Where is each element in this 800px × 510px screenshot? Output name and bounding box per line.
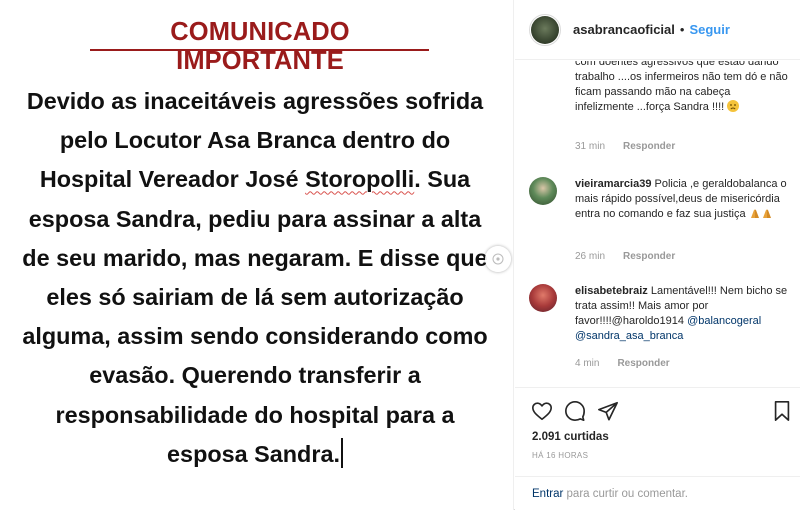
likes-count[interactable]: 2.091 curtidas — [532, 431, 609, 443]
avatar[interactable] — [529, 13, 561, 46]
bookmark-icon[interactable] — [771, 400, 793, 422]
post-line: responsabilidade do hospital para a — [55, 401, 455, 428]
reply-button[interactable]: Responder — [623, 251, 675, 262]
post-line: esposa Sandra, pediu para assinar a alta — [28, 205, 482, 232]
commenter-avatar[interactable] — [529, 177, 557, 205]
title-underline — [90, 49, 429, 51]
commenter-avatar[interactable] — [529, 284, 557, 312]
add-comment-text: para curtir ou comentar. — [563, 487, 688, 500]
post-line: Devido as inaceitáveis agressões sofrida — [26, 88, 484, 114]
post-line: esposa Sandra. — [18, 435, 492, 474]
post-body-text: Devido as inaceitáveis agressões sofrida… — [18, 82, 492, 474]
comment-username[interactable]: vieiramarcia39 — [575, 178, 651, 190]
follow-button[interactable]: Seguir — [689, 22, 729, 37]
add-comment-bar: Entrar para curtir ou comentar. — [515, 476, 800, 510]
post-line-part: esposa Sandra. — [167, 440, 340, 467]
sad-face-icon — [727, 100, 740, 112]
comment-text: elisabetebraiz Lamentável!!! Nem bicho s… — [575, 284, 789, 344]
comment-body: com doentes agressivos que estão dando t… — [575, 61, 788, 113]
header-username[interactable]: asabrancaoficial — [573, 22, 675, 37]
post-line-part: . Sua — [414, 166, 471, 193]
comment-text: com doentes agressivos que estão dando t… — [575, 61, 789, 115]
post-actions: 2.091 curtidas HÁ 16 HORAS Entrar para c… — [515, 387, 800, 509]
post-header: asabrancaoficial • Seguir — [515, 0, 800, 60]
avatar-image — [531, 15, 559, 44]
post-line: eles só sairiam de lá sem autorização — [46, 284, 464, 311]
header-separator: • — [679, 22, 685, 37]
post-line: Hospital Vereador José Storopolli. Sua — [18, 160, 492, 199]
post-line-part: Hospital Vereador José — [39, 166, 299, 193]
reply-button[interactable]: Responder — [623, 141, 675, 152]
comment-meta: 4 min Responder — [575, 358, 670, 369]
misspelled-word: Storopolli — [305, 166, 415, 193]
comment-time: 4 min — [575, 358, 600, 369]
comment-time: 26 min — [575, 251, 606, 262]
comments-list[interactable]: com doentes agressivos que estão dando t… — [515, 61, 800, 387]
comment-time: 31 min — [575, 141, 606, 152]
post-line: de seu marido, mas negaram. E disse que — [22, 244, 488, 271]
mention-link[interactable]: @balancogeral — [687, 315, 761, 327]
post-title: COMUNICADO IMPORTANTE — [170, 18, 350, 75]
chevron-right-icon — [492, 253, 504, 265]
mention-link[interactable]: @sandra_asa_branca — [575, 330, 683, 342]
post-timestamp: HÁ 16 HORAS — [532, 451, 589, 460]
comment-meta: 26 min Responder — [575, 251, 675, 262]
post-line: pelo Locutor Asa Branca dentro do — [59, 127, 451, 154]
login-link[interactable]: Entrar — [532, 488, 563, 500]
post-line: evasão. Querendo transferir a — [89, 362, 421, 389]
reply-button[interactable]: Responder — [617, 358, 669, 369]
praying-hands-icon — [749, 208, 773, 220]
post-image: COMUNICADO IMPORTANTE Devido as inaceitá… — [0, 0, 514, 510]
comment-meta: 31 min Responder — [575, 141, 675, 152]
comment-username[interactable]: elisabetebraiz — [575, 285, 648, 297]
comment-icon[interactable] — [564, 400, 586, 422]
next-image-button[interactable] — [485, 246, 511, 272]
share-icon[interactable] — [597, 400, 619, 422]
post-line: alguma, assim sendo considerando como — [22, 323, 488, 350]
heart-icon[interactable] — [531, 400, 553, 422]
post-sidebar: asabrancaoficial • Seguir com doentes ag… — [515, 0, 800, 510]
text-caret — [340, 437, 343, 468]
comment-text: vieiramarcia39 Policia ,e geraldobalanca… — [575, 177, 789, 222]
instagram-post-window: COMUNICADO IMPORTANTE Devido as inaceitá… — [0, 0, 800, 510]
